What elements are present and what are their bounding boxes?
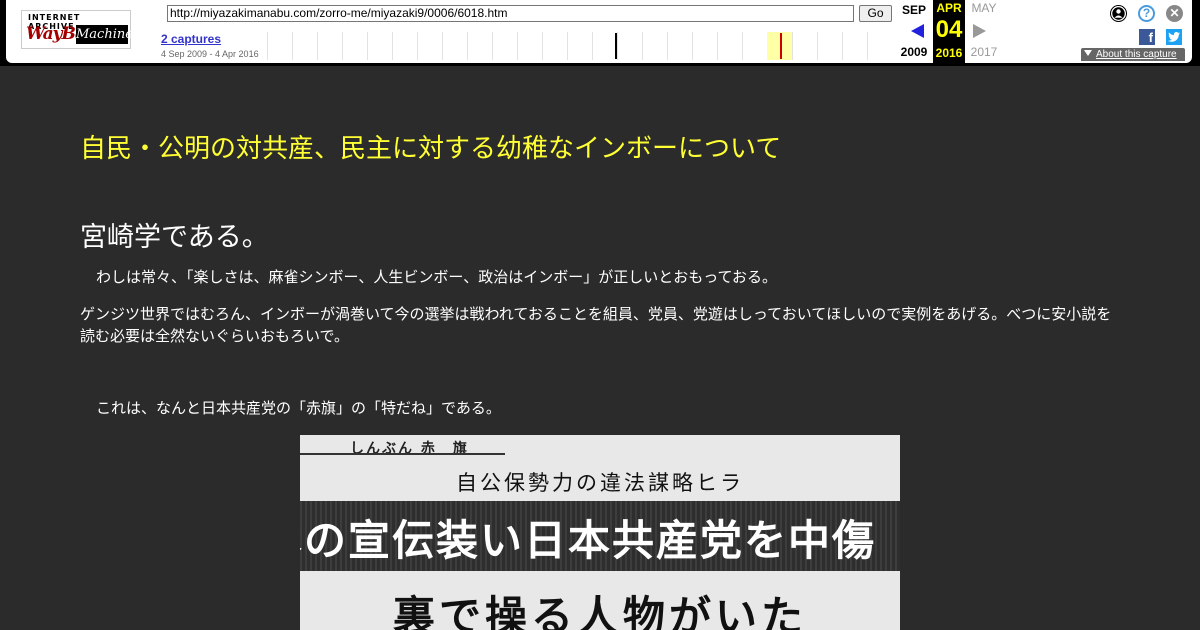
sparkline-month-cell: [467, 32, 492, 60]
about-capture-label: About this capture: [1096, 49, 1177, 60]
sparkline-month-cell: [642, 32, 667, 60]
sparkline-month-cell: [617, 32, 642, 60]
sparkline-month-cell: [317, 32, 342, 60]
prev-year-label[interactable]: 2009: [895, 45, 933, 59]
person-circle-icon[interactable]: [1110, 5, 1127, 22]
sparkline-month-cell: [567, 32, 592, 60]
current-day: 04: [935, 16, 963, 43]
sparkline-month-cell: [367, 32, 392, 60]
sparkline-month-cell: [717, 32, 742, 60]
next-year-label: 2017: [970, 45, 998, 59]
sparkline-month-cell: [792, 32, 817, 60]
current-capture-date: APR 04 2016: [933, 0, 965, 63]
capture-sparkline[interactable]: [267, 32, 892, 60]
clipping-masthead: しんぶん 赤 旗: [350, 441, 469, 457]
paragraph-intro: わしは常々、「楽しさは、麻雀シンボー、人生ビンボー、政治はインボー」が正しいとお…: [96, 268, 778, 286]
url-input[interactable]: http://miyazakimanabu.com/zorro-me/miyaz…: [167, 5, 854, 22]
sparkline-month-cell: [592, 32, 617, 60]
captures-link[interactable]: 2 captures: [161, 32, 221, 46]
wayback-logo[interactable]: INTERNET ARCHIVE WayBack Machine: [21, 10, 133, 49]
sparkline-month-cell: [517, 32, 542, 60]
sparkline-month-cell: [742, 32, 767, 60]
newspaper-clipping-image: しんぶん 赤 旗 自公保勢力の違法謀略ヒラ 本の宣伝装い日本共産党を中傷 裏で操…: [300, 435, 900, 630]
sparkline-month-cell: [342, 32, 367, 60]
twitter-bird-glyph: [1168, 32, 1180, 42]
sparkline-month-cell: [867, 32, 892, 60]
next-capture-arrow-icon: [973, 24, 986, 38]
clipping-subhead: 自公保勢力の違法謀略ヒラ: [456, 471, 744, 495]
sparkline-month-cell: [842, 32, 867, 60]
sparkline-month-cell: [542, 32, 567, 60]
facebook-icon[interactable]: f: [1139, 29, 1155, 45]
person-glyph: [1111, 6, 1126, 21]
sparkline-capture-mark[interactable]: [615, 33, 617, 59]
paragraph-clipping-intro: これは、なんと日本共産党の「赤旗」の「特だね」である。: [96, 399, 501, 417]
twitter-icon[interactable]: [1166, 29, 1182, 45]
prev-month-link[interactable]: SEP: [895, 3, 933, 17]
sparkline-month-cell: [667, 32, 692, 60]
logo-machine-text: Machine: [76, 25, 133, 44]
sparkline-month-cell: [442, 32, 467, 60]
sparkline-month-cell: [292, 32, 317, 60]
wayback-toolbar: INTERNET ARCHIVE WayBack Machine http://…: [0, 0, 1200, 66]
current-month: APR: [936, 1, 962, 15]
prev-capture-arrow-icon[interactable]: [911, 24, 924, 38]
clipping-rule: [300, 453, 505, 455]
article-byline: 宮崎学である。: [80, 222, 269, 253]
current-year: 2016: [935, 46, 963, 60]
clipping-headline-2: 裏で操る人物がいた: [392, 592, 807, 630]
sparkline-month-cell: [817, 32, 842, 60]
about-capture-button[interactable]: About this capture: [1081, 48, 1185, 61]
capture-date-range: 4 Sep 2009 - 4 Apr 2016: [161, 49, 259, 59]
article-headline: 自民・公明の対共産、民主に対する幼稚なインボーについて: [80, 134, 782, 164]
triangle-down-icon: [1084, 50, 1092, 56]
sparkline-month-cell: [692, 32, 717, 60]
sparkline-month-cell: [392, 32, 417, 60]
sparkline-month-cell: [267, 32, 292, 60]
help-icon[interactable]: ?: [1138, 5, 1155, 22]
sparkline-month-cell: [417, 32, 442, 60]
sparkline-current-capture-mark[interactable]: [780, 33, 782, 59]
sparkline-month-cell: [492, 32, 517, 60]
close-icon[interactable]: ✕: [1166, 5, 1183, 22]
next-month-label: MAY: [971, 1, 997, 15]
clipping-headline-1: 本の宣伝装い日本共産党を中傷: [300, 516, 877, 565]
paragraph-main: ゲンジツ世界ではむろん、インボーが渦巻いて今の選挙は戦われておることを組員、党員…: [80, 305, 1112, 345]
go-button[interactable]: Go: [859, 5, 892, 22]
wayback-toolbar-panel: INTERNET ARCHIVE WayBack Machine http://…: [6, 0, 1192, 63]
